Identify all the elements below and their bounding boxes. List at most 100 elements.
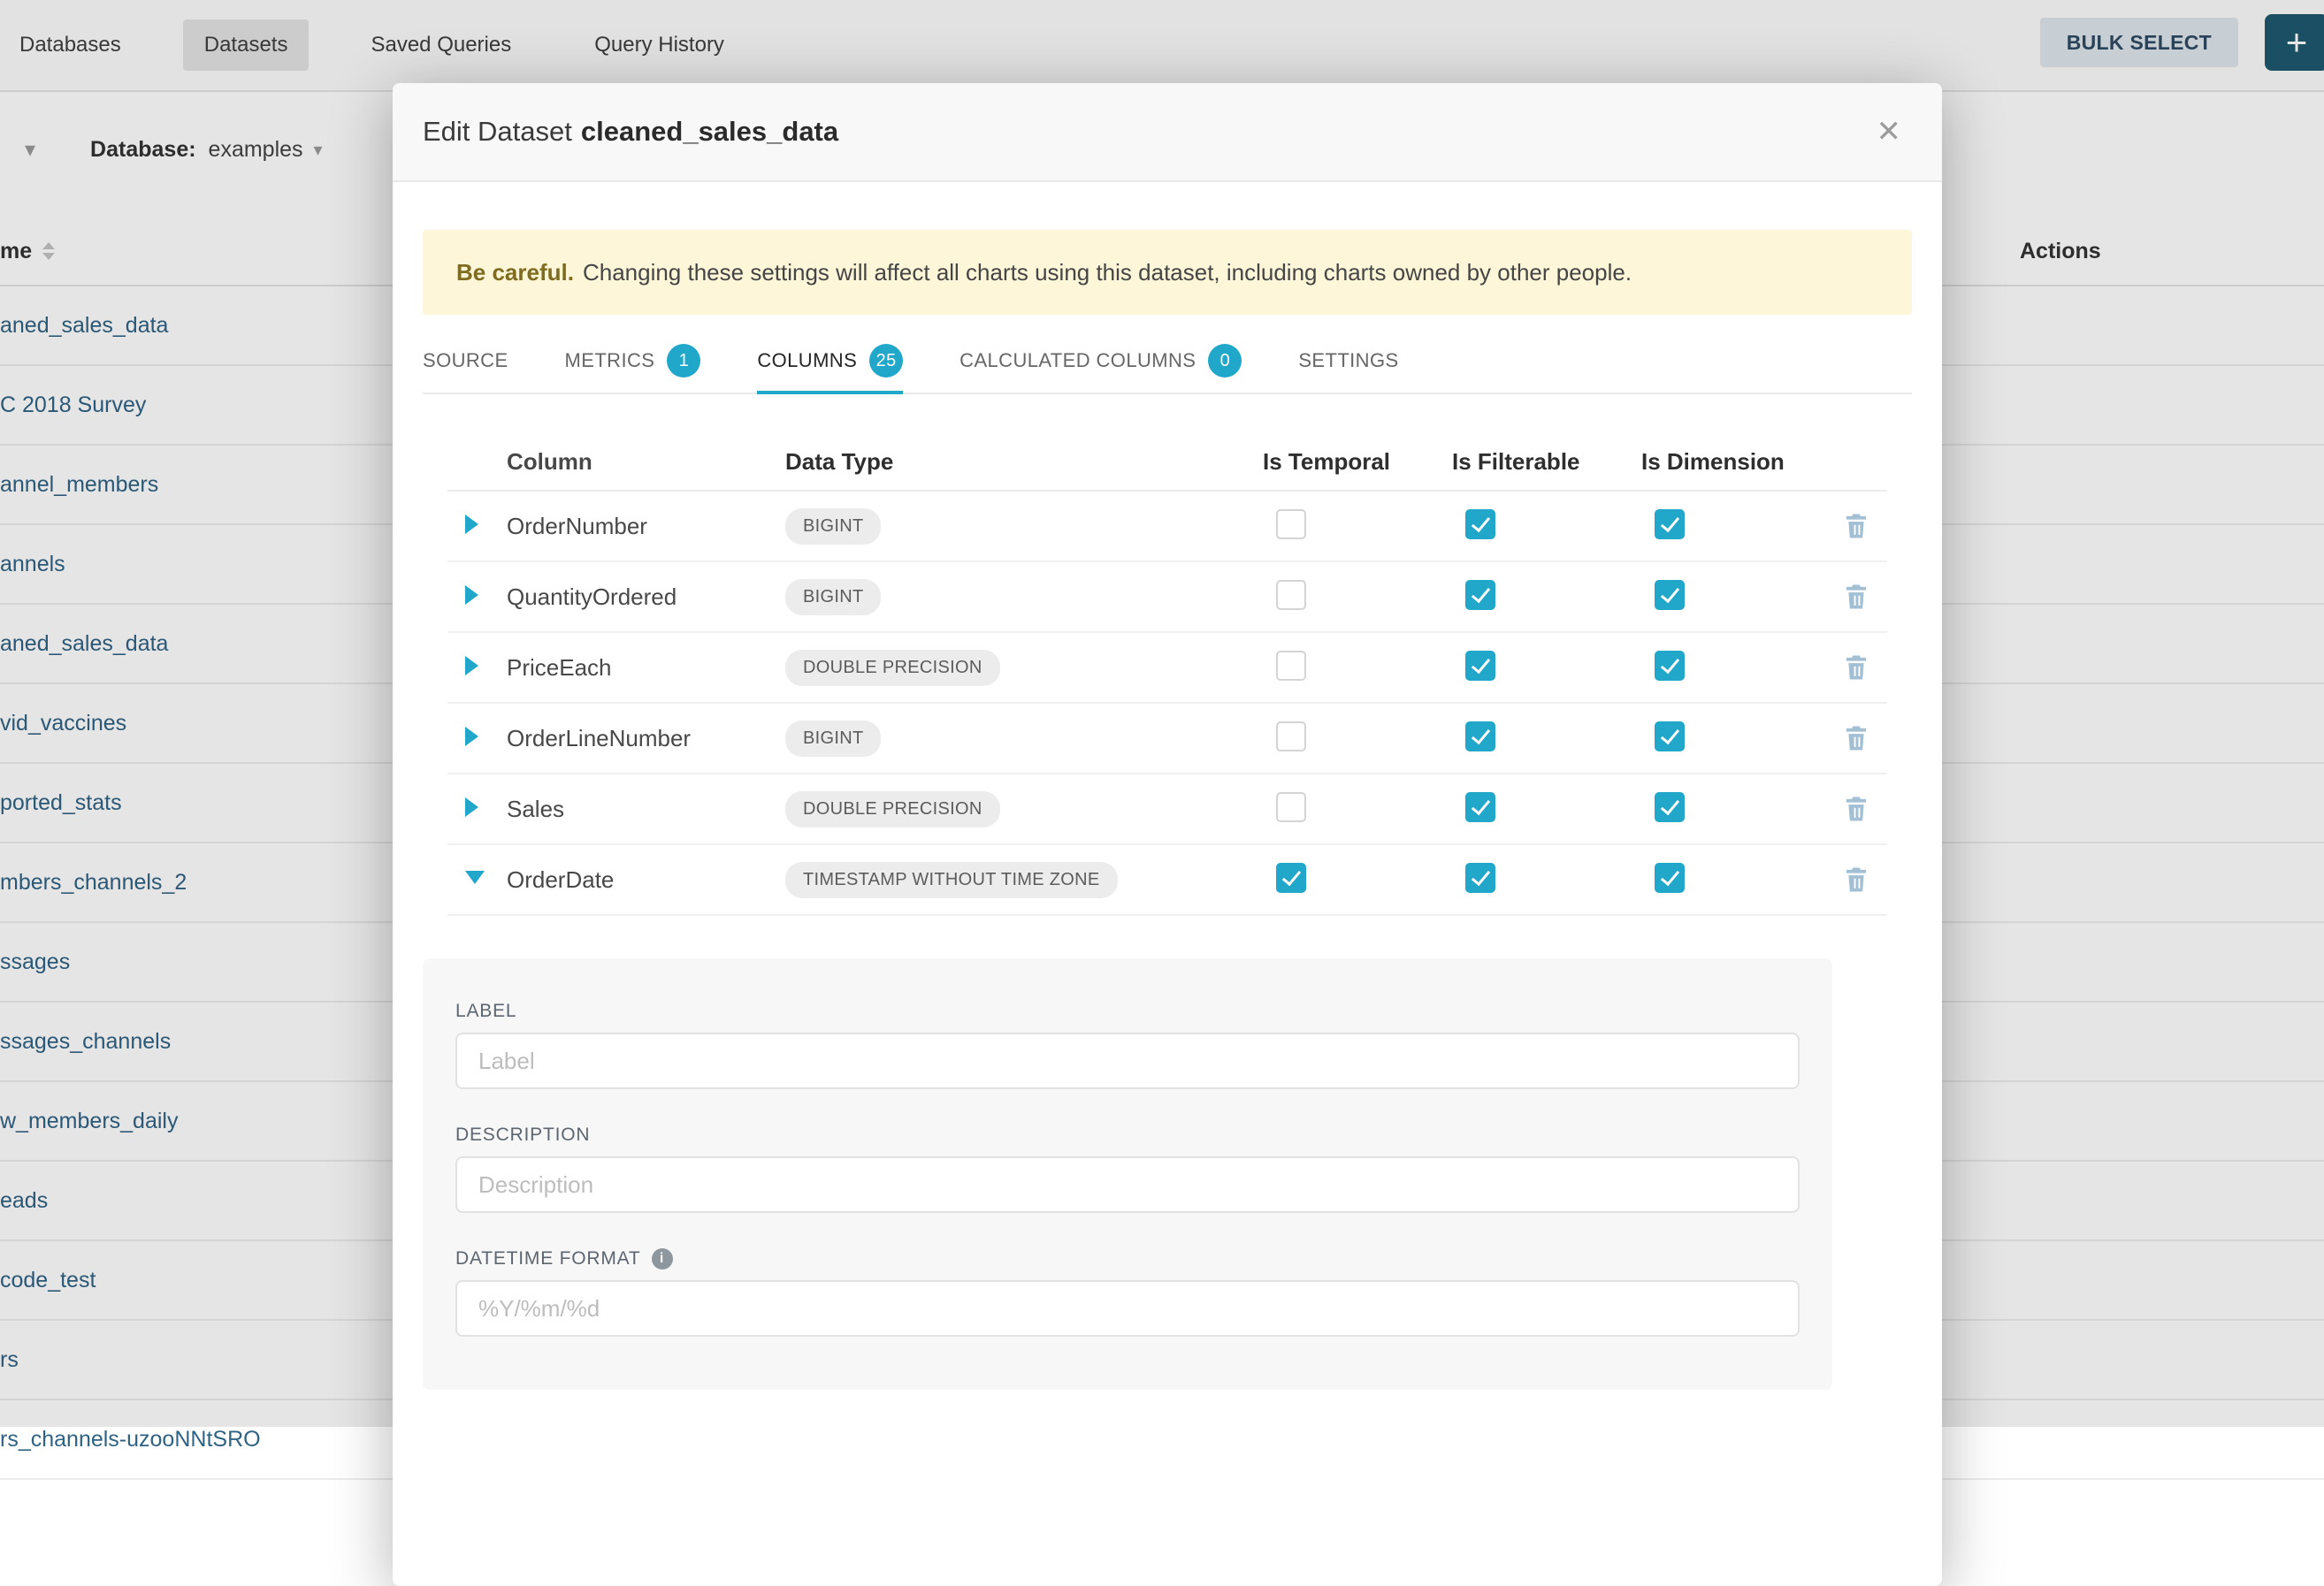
modal-body: Be careful. Changing these settings will… [393,230,1942,1390]
modal-tabs: SOURCE METRICS 1 COLUMNS 25 CALCULATED C… [423,329,1912,394]
metrics-count-badge: 1 [667,344,700,377]
expand-caret-icon[interactable] [465,727,478,746]
expand-caret-icon[interactable] [465,797,478,817]
tab-label: SOURCE [423,349,508,372]
calculated-columns-count-badge: 0 [1208,344,1242,377]
data-type-pill: BIGINT [785,721,881,757]
dimension-cell [1641,509,1831,544]
is-dimension-checkbox[interactable] [1655,792,1685,822]
columns-count-badge: 25 [869,344,903,377]
temporal-cell [1263,721,1452,756]
is-filterable-checkbox[interactable] [1465,863,1495,893]
dataset-link[interactable]: rs_channels-uzooNNtSRO [0,1427,261,1453]
columns-table-header: Column Data Type Is Temporal Is Filterab… [447,433,1887,492]
delete-column-button[interactable] [1843,653,1887,682]
datetime-format-field-group: DATETIME FORMAT i [455,1248,1800,1337]
data-type-pill: BIGINT [785,508,881,545]
expand-caret-icon[interactable] [465,656,478,675]
tab-calculated-columns[interactable]: CALCULATED COLUMNS 0 [959,329,1242,393]
data-type-cell: TIMESTAMP WITHOUT TIME ZONE [785,862,1263,898]
label-text: LABEL [455,1001,516,1022]
dimension-cell [1641,651,1831,685]
expand-cell [447,515,507,538]
label-text: DESCRIPTION [455,1125,590,1146]
tab-settings[interactable]: SETTINGS [1298,329,1398,393]
trash-icon [1843,865,1869,894]
expand-cell [447,871,507,888]
label-field-label: LABEL [455,1001,1800,1022]
column-name: PriceEach [507,654,785,682]
is-temporal-checkbox[interactable] [1276,863,1306,893]
warning-banner: Be careful. Changing these settings will… [423,230,1912,315]
datetime-format-input[interactable] [455,1280,1800,1337]
is-dimension-checkbox[interactable] [1655,580,1685,610]
temporal-cell [1263,509,1452,544]
is-dimension-checkbox[interactable] [1655,721,1685,751]
is-temporal-checkbox[interactable] [1276,509,1306,539]
data-type-cell: DOUBLE PRECISION [785,791,1263,827]
modal-title-dataset-name: cleaned_sales_data [581,116,838,147]
trash-icon [1843,724,1869,752]
trash-icon [1843,512,1869,540]
tab-columns[interactable]: COLUMNS 25 [757,329,903,393]
table-row: Sales DOUBLE PRECISION [447,774,1887,845]
is-dimension-checkbox[interactable] [1655,651,1685,681]
tab-metrics[interactable]: METRICS 1 [565,329,701,393]
dimension-cell [1641,792,1831,827]
tab-label: CALCULATED COLUMNS [959,349,1196,372]
filterable-cell [1452,792,1641,827]
temporal-cell [1263,580,1452,614]
close-button[interactable]: ✕ [1877,117,1902,147]
is-filterable-checkbox[interactable] [1465,792,1495,822]
description-input[interactable] [455,1156,1800,1213]
delete-column-button[interactable] [1843,512,1887,540]
is-temporal-checkbox[interactable] [1276,792,1306,822]
column-detail-panel: LABEL DESCRIPTION DATETIME FORMAT i [423,958,1832,1390]
dimension-cell [1641,863,1831,897]
delete-column-button[interactable] [1843,865,1887,894]
tab-source[interactable]: SOURCE [423,329,508,393]
modal-header: Edit Dataset cleaned_sales_data ✕ [393,83,1942,182]
table-row: PriceEach DOUBLE PRECISION [447,633,1887,704]
temporal-cell [1263,792,1452,827]
is-filterable-checkbox[interactable] [1465,580,1495,610]
table-row-expanded: OrderDate TIMESTAMP WITHOUT TIME ZONE [447,845,1887,916]
trash-icon [1843,795,1869,823]
info-icon[interactable]: i [652,1248,673,1270]
table-row: QuantityOrdered BIGINT [447,562,1887,633]
label-field-group: LABEL [455,1001,1800,1089]
label-text: DATETIME FORMAT [455,1248,641,1270]
expand-cell [447,585,507,609]
is-filterable-checkbox[interactable] [1465,721,1495,751]
expand-caret-icon[interactable] [465,515,478,534]
column-name: OrderDate [507,866,785,894]
label-input[interactable] [455,1033,1800,1089]
description-field-group: DESCRIPTION [455,1125,1800,1213]
temporal-cell [1263,651,1452,685]
temporal-cell [1263,863,1452,897]
is-filterable-header: Is Filterable [1452,448,1641,476]
is-temporal-checkbox[interactable] [1276,721,1306,751]
data-type-pill: DOUBLE PRECISION [785,650,1000,686]
is-filterable-checkbox[interactable] [1465,509,1495,539]
column-name: QuantityOrdered [507,583,785,611]
collapse-caret-icon[interactable] [465,871,485,884]
description-field-label: DESCRIPTION [455,1125,1800,1146]
is-temporal-checkbox[interactable] [1276,580,1306,610]
is-filterable-checkbox[interactable] [1465,651,1495,681]
tab-label: COLUMNS [757,349,857,372]
warning-banner-lead: Be careful. [456,259,574,286]
trash-icon [1843,653,1869,682]
is-dimension-checkbox[interactable] [1655,863,1685,893]
delete-column-button[interactable] [1843,724,1887,752]
is-dimension-checkbox[interactable] [1655,509,1685,539]
table-row: OrderNumber BIGINT [447,492,1887,562]
expand-caret-icon[interactable] [465,585,478,605]
data-type-pill: DOUBLE PRECISION [785,791,1000,827]
filterable-cell [1452,721,1641,756]
delete-column-button[interactable] [1843,795,1887,823]
is-temporal-checkbox[interactable] [1276,651,1306,681]
delete-column-button[interactable] [1843,583,1887,611]
data-type-cell: BIGINT [785,721,1263,757]
modal-title-prefix: Edit Dataset [423,116,572,147]
